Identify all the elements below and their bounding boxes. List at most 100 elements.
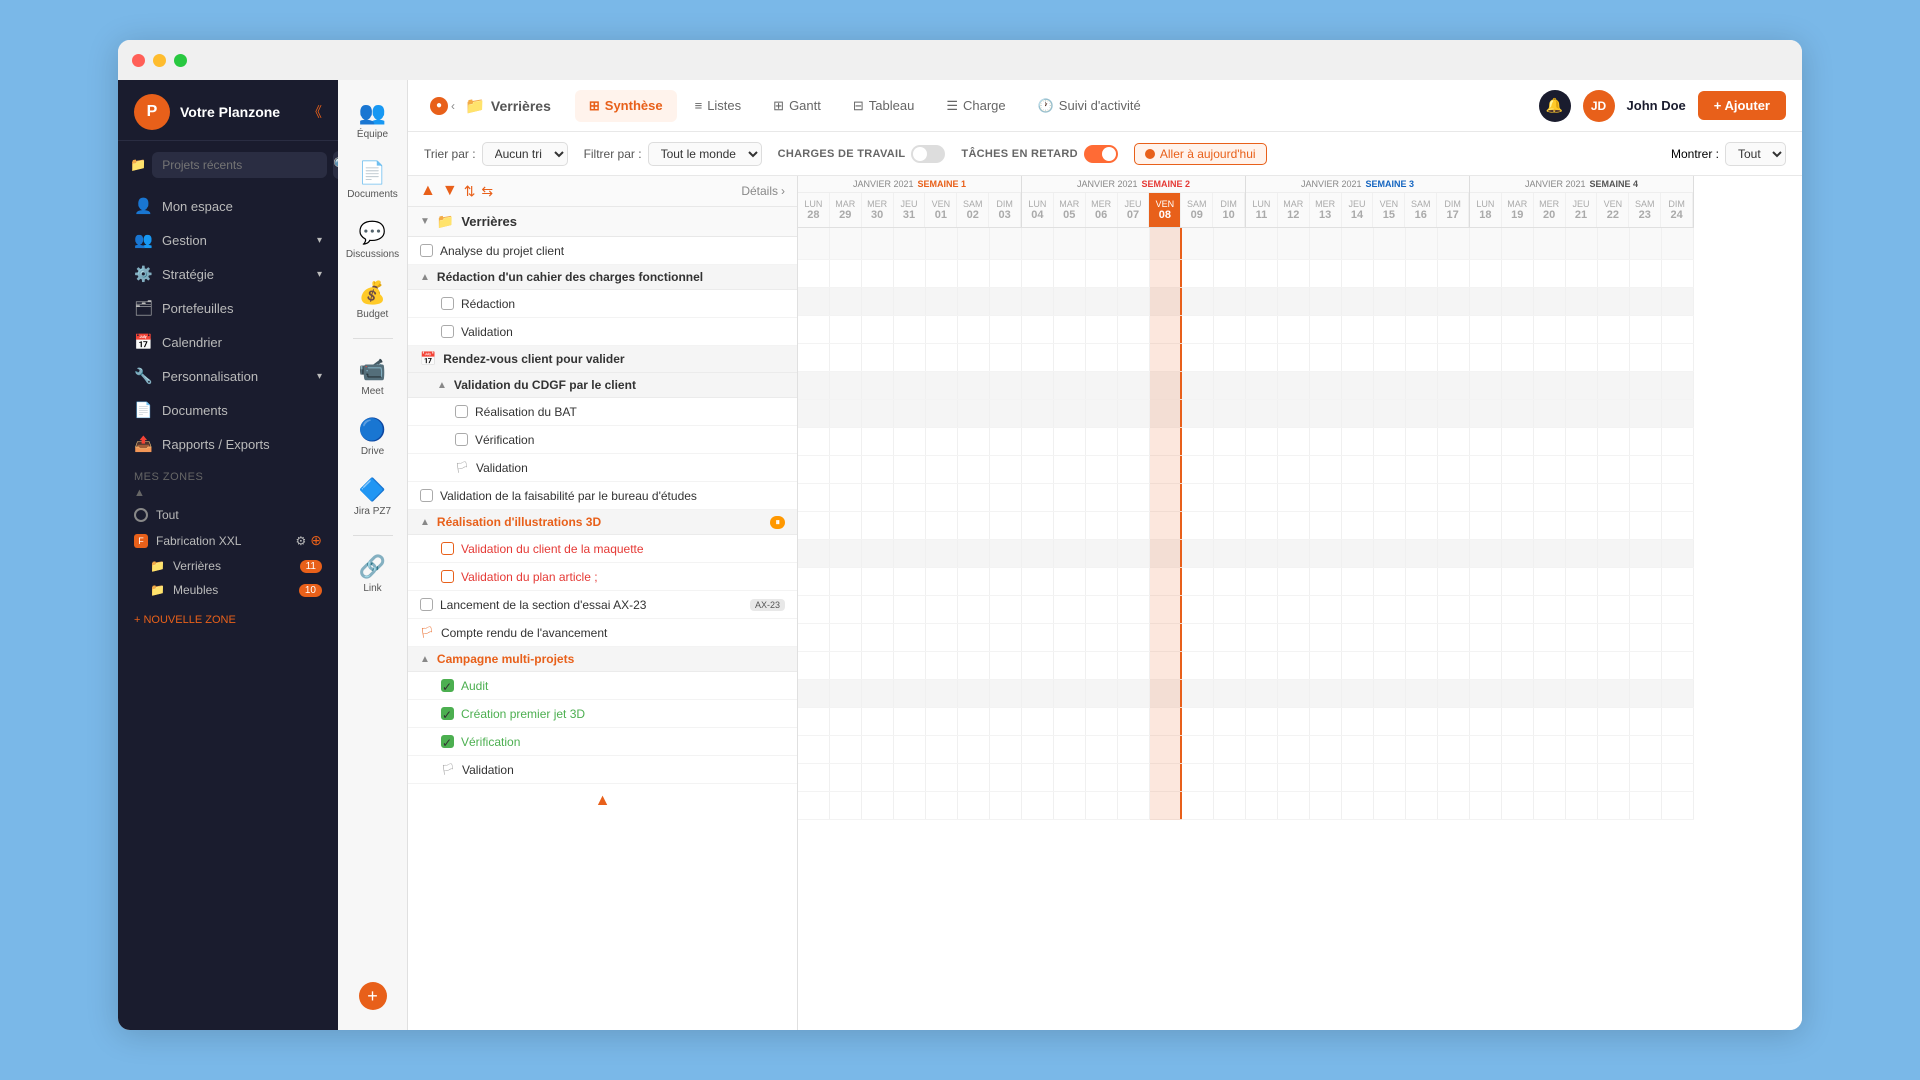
gantt-cell: [1662, 400, 1694, 427]
gantt-cell: [1086, 540, 1118, 567]
task-lancement[interactable]: Lancement de la section d'essai AX-23 AX…: [408, 591, 797, 619]
filtrer-select[interactable]: Tout le monde: [648, 142, 762, 166]
zone-label: Verrières: [173, 559, 221, 573]
task-bat[interactable]: Réalisation du BAT: [408, 398, 797, 426]
task-validation-plan[interactable]: Validation du plan article ;: [408, 563, 797, 591]
tab-synthese[interactable]: ⊞ Synthèse: [575, 90, 677, 122]
task-checkbox[interactable]: [441, 325, 454, 338]
task-validation-flag[interactable]: 🏳 Validation: [408, 454, 797, 482]
task-checkbox[interactable]: [420, 489, 433, 502]
task-checkbox[interactable]: ✓: [441, 707, 454, 720]
gantt-cell: [862, 596, 894, 623]
charges-toggle[interactable]: [911, 145, 945, 163]
task-analyse[interactable]: Analyse du projet client: [408, 237, 797, 265]
collapse-icon[interactable]: ▲: [595, 792, 611, 810]
tool-link[interactable]: 🔗 Link: [343, 546, 403, 602]
task-checkbox[interactable]: [420, 598, 433, 611]
task-checkbox[interactable]: [455, 405, 468, 418]
add-tool-button[interactable]: +: [359, 982, 387, 1010]
tab-listes[interactable]: ≡ Listes: [681, 90, 756, 121]
tool-drive[interactable]: 🔵 Drive: [343, 409, 403, 465]
zone-label: Tout: [156, 508, 179, 522]
gantt-cell: [798, 400, 830, 427]
tool-discussions[interactable]: 💬 Discussions: [343, 212, 403, 268]
notification-button[interactable]: 🔔: [1539, 90, 1571, 122]
gantt-cell: [1662, 624, 1694, 651]
tool-meet[interactable]: 📹 Meet: [343, 349, 403, 405]
sort-down-icon[interactable]: ▼: [442, 182, 458, 200]
task-redaction[interactable]: Rédaction: [408, 290, 797, 318]
back-button[interactable]: ● ‹: [424, 93, 461, 119]
new-item-icon[interactable]: ⊕: [310, 532, 322, 549]
new-zone-button[interactable]: + NOUVELLE ZONE: [134, 610, 322, 630]
sort-alt-icon2[interactable]: ⇆: [481, 183, 493, 200]
today-button[interactable]: Aller à aujourd'hui: [1134, 143, 1267, 165]
tool-equipe[interactable]: 👥 Équipe: [343, 92, 403, 148]
sidebar-item-rapports[interactable]: 📤 Rapports / Exports: [118, 427, 338, 461]
task-jet3d[interactable]: ✓ Création premier jet 3D: [408, 700, 797, 728]
sidebar-item-verrieres[interactable]: 📁 Verrières 11: [118, 554, 338, 578]
task-audit[interactable]: ✓ Audit: [408, 672, 797, 700]
gantt-cell: [1566, 540, 1598, 567]
tab-charge[interactable]: ☰ Charge: [932, 90, 1019, 122]
sidebar-collapse-icon[interactable]: 《: [308, 102, 322, 122]
gantt-cell: [862, 540, 894, 567]
maximize-button[interactable]: [174, 54, 187, 67]
tab-tableau[interactable]: ⊟ Tableau: [839, 90, 928, 122]
task-checkbox[interactable]: ✓: [441, 735, 454, 748]
sidebar-item-personnalisation[interactable]: 🔧 Personnalisation ▾: [118, 359, 338, 393]
gantt-cell: [1662, 228, 1694, 259]
group-expand-icon[interactable]: ▲: [420, 272, 430, 283]
sidebar-item-documents[interactable]: 📄 Documents: [118, 393, 338, 427]
sidebar-item-meubles[interactable]: 📁 Meubles 10: [118, 578, 338, 602]
task-checkbox[interactable]: [420, 244, 433, 257]
gantt-cell: [1086, 652, 1118, 679]
close-button[interactable]: [132, 54, 145, 67]
task-checkbox[interactable]: [441, 542, 454, 555]
task-name: Rédaction: [461, 297, 785, 311]
tool-jira[interactable]: 🔷 Jira PZ7: [343, 469, 403, 525]
settings-icon[interactable]: ⚙: [296, 534, 307, 548]
sidebar-item-calendrier[interactable]: 📅 Calendrier: [118, 325, 338, 359]
sort-alt-icon1[interactable]: ⇅: [464, 183, 476, 200]
day-name: DIM: [1220, 199, 1237, 209]
tool-budget[interactable]: 💰 Budget: [343, 272, 403, 328]
search-input[interactable]: [152, 152, 327, 178]
day-col: LUN 28: [798, 193, 830, 227]
expand-arrow[interactable]: ▼: [420, 216, 430, 227]
sidebar-item-fabrication-xxl[interactable]: F Fabrication XXL ⚙ ⊕: [118, 527, 338, 554]
tab-gantt[interactable]: ⊞ Gantt: [759, 90, 835, 122]
gantt-cell: [1214, 596, 1246, 623]
task-verification-2[interactable]: ✓ Vérification: [408, 728, 797, 756]
details-button[interactable]: Détails ›: [741, 184, 785, 198]
task-checkbox[interactable]: [455, 433, 468, 446]
task-validation-1[interactable]: Validation: [408, 318, 797, 346]
sort-up-icon[interactable]: ▲: [420, 182, 436, 200]
task-compte-rendu[interactable]: 🏳 Compte rendu de l'avancement: [408, 619, 797, 647]
group-expand-icon[interactable]: ▲: [420, 654, 430, 665]
sidebar-item-mon-espace[interactable]: 👤 Mon espace: [118, 189, 338, 223]
task-validation-final[interactable]: 🏳 Validation: [408, 756, 797, 784]
sidebar-item-gestion[interactable]: 👥 Gestion ▾: [118, 223, 338, 257]
sidebar-item-strategie[interactable]: ⚙️ Stratégie ▾: [118, 257, 338, 291]
task-validation-maquette[interactable]: Validation du client de la maquette: [408, 535, 797, 563]
task-faisabilite[interactable]: Validation de la faisabilité par le bure…: [408, 482, 797, 510]
add-button[interactable]: + Ajouter: [1698, 91, 1786, 120]
group-expand-icon[interactable]: ▲: [420, 517, 430, 528]
trier-select[interactable]: Aucun tri: [482, 142, 568, 166]
task-verification-1[interactable]: Vérification: [408, 426, 797, 454]
task-checkbox[interactable]: [441, 570, 454, 583]
tab-suivi[interactable]: 🕐 Suivi d'activité: [1024, 90, 1155, 122]
expand-zones-icon[interactable]: ▲: [134, 487, 322, 499]
task-checkbox[interactable]: [441, 297, 454, 310]
gantt-cell: [1150, 484, 1182, 511]
montrer-select[interactable]: Tout: [1725, 142, 1786, 166]
taches-toggle[interactable]: [1084, 145, 1118, 163]
task-checkbox[interactable]: ✓: [441, 679, 454, 692]
gantt-cell: [1374, 540, 1406, 567]
tool-documents[interactable]: 📄 Documents: [343, 152, 403, 208]
sidebar-item-tout[interactable]: Tout: [118, 503, 338, 527]
sidebar-item-portefeuilles[interactable]: 🗂 Portefeuilles: [118, 291, 338, 325]
minimize-button[interactable]: [153, 54, 166, 67]
group-expand-icon[interactable]: ▲: [437, 380, 447, 391]
